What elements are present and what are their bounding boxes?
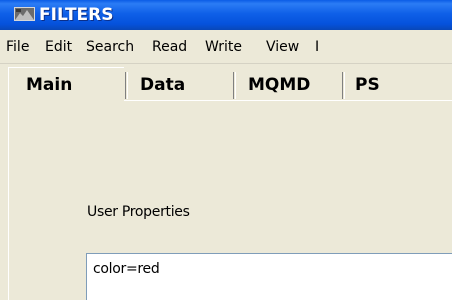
filters-window: FILTERS File Edit Search Read Write View…	[0, 0, 452, 300]
title-bar[interactable]: FILTERS	[0, 0, 452, 30]
tab-main-label: Main	[26, 75, 73, 95]
menu-edit[interactable]: Edit	[45, 38, 72, 56]
tab-divider	[342, 72, 345, 99]
menu-file[interactable]: File	[6, 38, 29, 56]
app-icon	[14, 7, 35, 21]
tab-mqmd[interactable]: MQMD	[239, 69, 310, 102]
user-properties-value: color=red	[93, 261, 160, 277]
tab-data-label: Data	[140, 75, 186, 95]
window-title: FILTERS	[39, 5, 114, 25]
tab-ps[interactable]: PS	[346, 69, 380, 102]
tab-mqmd-label: MQMD	[248, 75, 311, 95]
menu-view[interactable]: View	[266, 38, 299, 56]
menu-read[interactable]: Read	[152, 38, 187, 56]
menu-item-cut-off[interactable]: I	[315, 38, 319, 56]
user-properties-field[interactable]: color=red	[86, 253, 452, 300]
tab-divider	[125, 72, 128, 99]
tab-data[interactable]: Data	[131, 69, 185, 102]
user-properties-label: User Properties	[87, 204, 190, 220]
tab-divider	[233, 72, 236, 99]
tab-strip: Main Data MQMD PS	[0, 64, 452, 103]
tab-main[interactable]: Main	[8, 67, 124, 103]
menu-bar: File Edit Search Read Write View I	[0, 30, 452, 64]
tab-ps-label: PS	[355, 75, 380, 95]
menu-search[interactable]: Search	[86, 38, 134, 56]
menu-write[interactable]: Write	[205, 38, 242, 56]
